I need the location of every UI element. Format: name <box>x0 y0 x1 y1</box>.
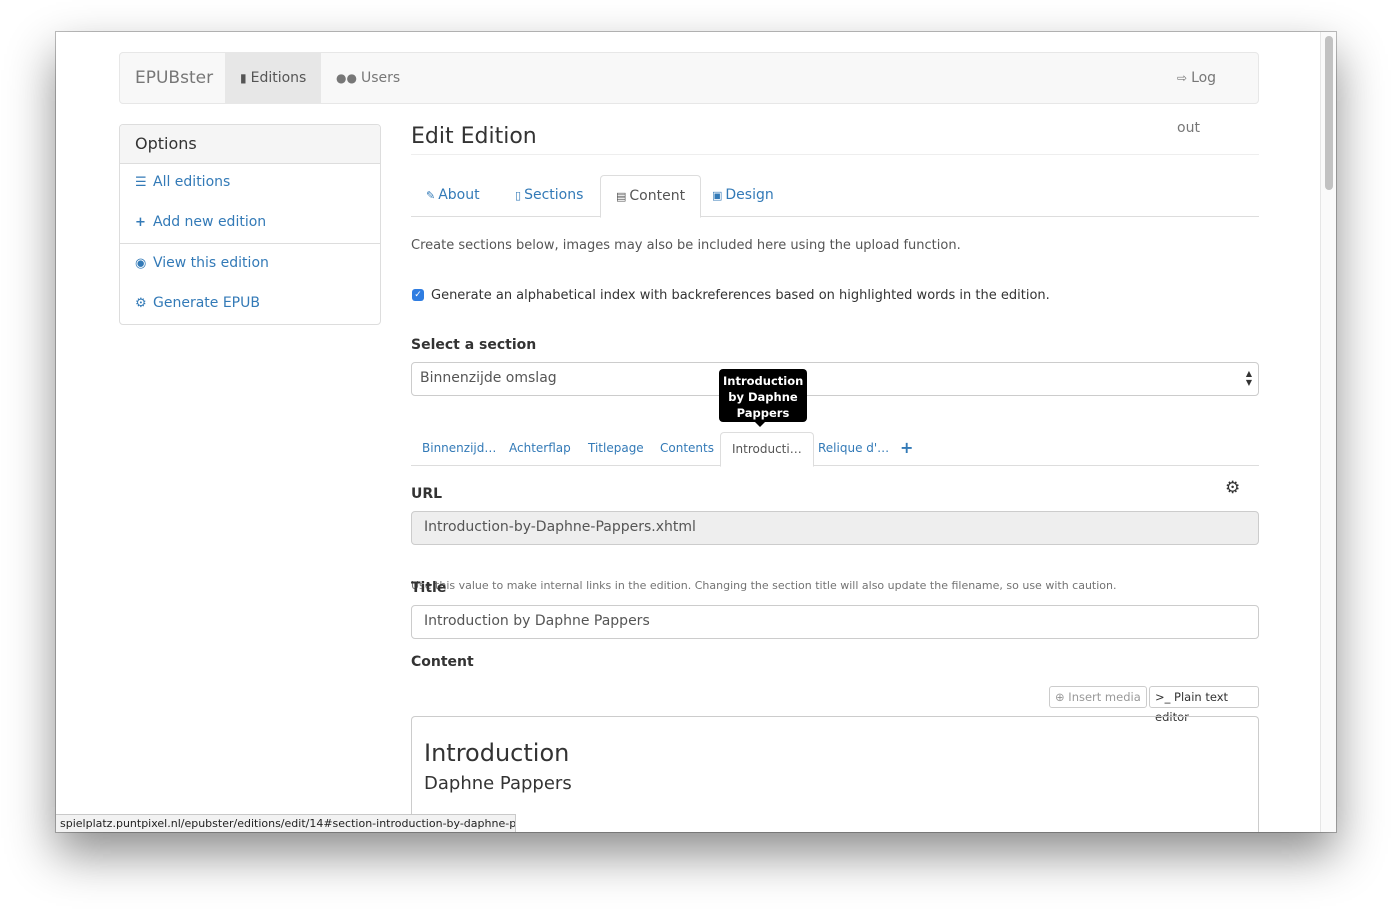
terminal-icon: >_ <box>1155 690 1171 704</box>
section-select[interactable]: Binnenzijde omslag ▲ ▼ <box>411 362 1259 396</box>
url-help-text: Use this value to make internal links in… <box>411 579 1117 592</box>
section-tab[interactable]: Contents <box>649 432 725 466</box>
options-heading: Options <box>120 125 380 164</box>
section-tabs: Binnenzijd… Achterflap Titlepage Content… <box>411 432 1259 467</box>
plain-text-editor-button[interactable]: >_ Plain text editor <box>1149 686 1259 724</box>
edit-icon: ✎ <box>426 189 436 202</box>
sidebar-item-label: Generate EPUB <box>153 295 260 311</box>
tab-content[interactable]: ▤ Content <box>600 175 702 218</box>
gear-icon[interactable]: ⚙ <box>1225 478 1240 498</box>
title-label: Title <box>411 580 447 596</box>
tab-content-label: Content <box>629 188 686 204</box>
sidebar-item-label: View this edition <box>153 255 269 271</box>
tooltip-line: by Daphne <box>728 390 798 404</box>
content-editor[interactable]: Introduction Daphne Pappers <box>411 716 1259 832</box>
tab-design[interactable]: ▣ Design <box>697 175 789 217</box>
sidebar-item-label: All editions <box>153 174 231 190</box>
nav-users[interactable]: ●● Users <box>321 53 415 103</box>
section-tab[interactable]: Binnenzijd… <box>411 432 507 466</box>
section-tab-active[interactable]: Introducti… <box>720 432 814 467</box>
eye-icon: ◉ <box>135 256 147 271</box>
section-tab[interactable]: Titlepage <box>577 432 655 466</box>
tab-about-label: About <box>438 187 480 203</box>
index-checkbox-label[interactable]: Generate an alphabetical index with back… <box>431 288 1050 303</box>
main-content: Edit Edition ✎ About ▯ Sections ▤ Content ▣… <box>411 124 1259 832</box>
scrollbar[interactable] <box>1320 32 1336 832</box>
section-tab[interactable]: Relique d'… <box>807 432 900 466</box>
plus-icon: + <box>135 215 146 230</box>
scrollbar-thumb[interactable] <box>1325 36 1333 190</box>
insert-media-button[interactable]: ⊕ Insert media <box>1049 686 1147 708</box>
title-field[interactable]: Introduction by Daphne Pappers <box>411 605 1259 639</box>
section-select-value: Binnenzijde omslag <box>420 370 557 386</box>
list-icon: ☰ <box>135 175 147 190</box>
cogs-icon: ⚙ <box>135 296 147 311</box>
brand[interactable]: EPUBster <box>135 68 213 88</box>
editor-heading: Introduction <box>424 739 570 767</box>
select-section-label: Select a section <box>411 337 537 353</box>
sign-out-icon: ⇨ <box>1177 71 1188 85</box>
index-checkbox[interactable]: ✓ <box>412 289 424 301</box>
url-value: Introduction-by-Daphne-Pappers.xhtml <box>424 519 696 535</box>
sidebar-item-all-editions[interactable]: ☰ All editions <box>135 174 230 190</box>
insert-media-label: Insert media <box>1068 690 1141 704</box>
book-icon: ▮ <box>240 71 247 85</box>
content-label: Content <box>411 654 474 670</box>
sidebar-item-generate-epub[interactable]: ⚙ Generate EPUB <box>135 295 260 311</box>
options-panel: Options ☰ All editions + Add new edition ◉… <box>119 124 381 325</box>
image-icon: ▣ <box>712 189 723 202</box>
title-value: Introduction by Daphne Pappers <box>424 613 650 629</box>
sidebar-item-add-edition[interactable]: + Add new edition <box>135 214 266 230</box>
tooltip-line: Introduction <box>723 374 804 388</box>
insert-media-icon: ⊕ <box>1055 690 1065 704</box>
nav-editions-label: Editions <box>250 70 307 86</box>
url-field[interactable]: Introduction-by-Daphne-Pappers.xhtml <box>411 511 1259 545</box>
tooltip-arrow <box>755 422 765 427</box>
sidebar-item-label: Add new edition <box>153 214 267 230</box>
tab-sections-label: Sections <box>524 187 584 203</box>
section-tab[interactable]: Achterflap <box>498 432 582 466</box>
tab-sections[interactable]: ▯ Sections <box>500 175 598 217</box>
nav-users-label: Users <box>360 70 401 86</box>
panel-divider <box>120 243 380 244</box>
url-label: URL <box>411 486 443 502</box>
status-bar-url: spielplatz.puntpixel.nl/epubster/edition… <box>56 814 516 832</box>
tooltip-line: Pappers <box>736 406 790 420</box>
browser-window: EPUBster ▮ Editions ●● Users ⇨ Log out Opti… <box>56 32 1336 832</box>
page-title: Edit Edition <box>411 124 1259 155</box>
tab-about[interactable]: ✎ About <box>411 175 495 217</box>
navbar: EPUBster ▮ Editions ●● Users ⇨ Log out <box>119 52 1259 136</box>
sidebar-item-view-edition[interactable]: ◉ View this edition <box>135 255 269 271</box>
section-tooltip: Introduction by Daphne Pappers <box>719 369 807 422</box>
bookmark-icon: ▯ <box>515 189 522 202</box>
intro-text: Create sections below, images may also b… <box>411 238 961 253</box>
logout-link[interactable]: ⇨ Log out <box>1162 53 1258 136</box>
tab-design-label: Design <box>725 187 774 203</box>
edition-tabs: ✎ About ▯ Sections ▤ Content ▣ Design <box>411 175 1259 218</box>
file-icon: ▤ <box>616 190 627 203</box>
users-icon: ●● <box>336 71 357 85</box>
editor-subheading: Daphne Pappers <box>424 773 572 794</box>
add-section-tab[interactable]: + <box>889 432 924 466</box>
nav-editions[interactable]: ▮ Editions <box>225 53 322 103</box>
select-arrows-icon: ▲ ▼ <box>1245 369 1252 387</box>
